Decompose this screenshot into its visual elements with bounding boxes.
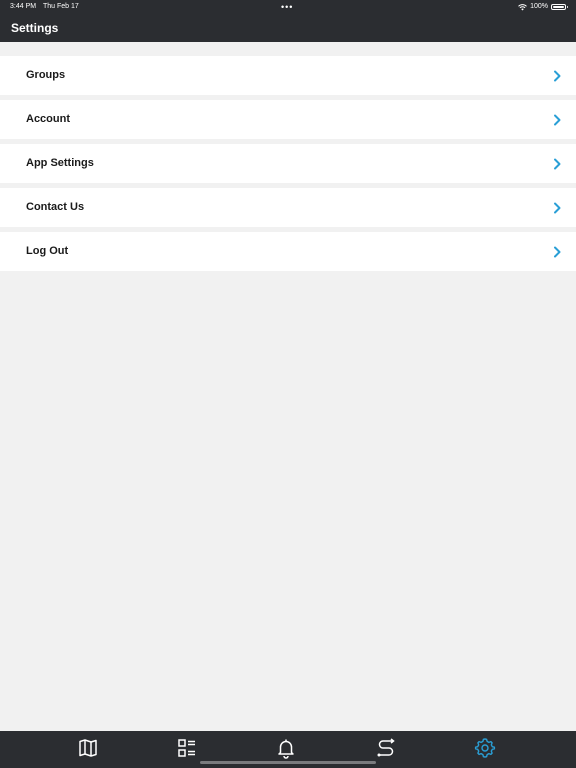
tab-settings[interactable]	[473, 736, 497, 760]
settings-item-contact-us[interactable]: Contact Us	[0, 188, 576, 227]
battery-icon	[551, 4, 568, 10]
settings-item-log-out[interactable]: Log Out	[0, 232, 576, 271]
route-icon	[377, 738, 395, 757]
settings-item-app-settings[interactable]: App Settings	[0, 144, 576, 183]
wifi-icon	[518, 3, 527, 10]
bell-icon	[278, 739, 294, 759]
chevron-right-icon	[554, 246, 561, 258]
settings-item-groups[interactable]: Groups	[0, 56, 576, 95]
status-bar: 3:44 PM Thu Feb 17 ••• 100%	[0, 0, 576, 14]
settings-item-account[interactable]: Account	[0, 100, 576, 139]
settings-item-label: Contact Us	[26, 201, 85, 213]
map-icon	[79, 739, 97, 757]
chevron-right-icon	[554, 114, 561, 126]
status-time: 3:44 PM	[10, 3, 37, 10]
status-right: 100%	[518, 0, 568, 14]
chevron-right-icon	[554, 70, 561, 82]
settings-item-label: App Settings	[26, 157, 94, 169]
tab-notifications[interactable]	[274, 736, 298, 760]
settings-item-label: Log Out	[26, 245, 69, 257]
settings-item-label: Groups	[26, 69, 66, 81]
top-bar: 3:44 PM Thu Feb 17 ••• 100% Settings	[0, 0, 576, 42]
status-date: Thu Feb 17	[43, 3, 79, 10]
settings-item-label: Account	[26, 113, 70, 125]
checklist-icon	[178, 739, 195, 757]
chevron-right-icon	[554, 158, 561, 170]
chevron-right-icon	[554, 202, 561, 214]
tab-routes[interactable]	[374, 736, 398, 760]
page-title: Settings	[11, 21, 59, 35]
home-indicator[interactable]	[200, 761, 376, 764]
multitasking-dots[interactable]: •••	[281, 0, 293, 14]
battery-percent: 100%	[530, 3, 548, 10]
tab-map[interactable]	[76, 736, 100, 760]
tab-list[interactable]	[175, 736, 199, 760]
gear-icon	[474, 738, 496, 758]
